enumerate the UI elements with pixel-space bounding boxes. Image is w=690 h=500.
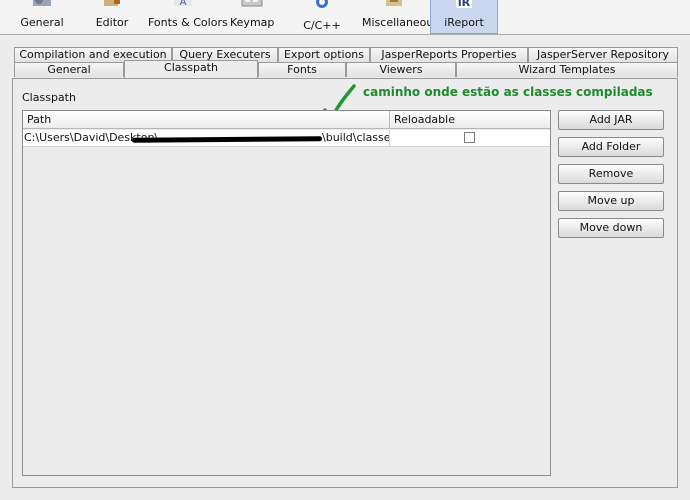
fonts-colors-icon: A — [174, 0, 192, 8]
column-header-path[interactable]: Path — [23, 111, 390, 129]
category-keymap[interactable]: Keymap — [230, 0, 274, 34]
classpath-section-label: Classpath — [22, 91, 76, 104]
tab-general[interactable]: General — [14, 62, 124, 77]
classpath-table[interactable]: Path Reloadable C:\Users\David\Desktop\ … — [22, 110, 551, 476]
keymap-icon — [241, 0, 263, 7]
move-down-button[interactable]: Move down — [558, 218, 664, 238]
category-miscellaneous[interactable]: Miscellaneous — [362, 0, 439, 34]
tab-jasperreports-properties[interactable]: JasperReports Properties — [370, 47, 528, 62]
tab-classpath[interactable]: Classpath — [124, 60, 258, 78]
move-up-button[interactable]: Move up — [558, 191, 664, 211]
tab-viewers[interactable]: Viewers — [346, 62, 456, 77]
redaction-mark — [131, 136, 323, 143]
svg-text:A: A — [180, 0, 187, 8]
category-editor[interactable]: Editor — [90, 0, 134, 34]
tab-jasperserver-repository[interactable]: JasperServer Repository — [528, 47, 678, 62]
svg-text:iR: iR — [458, 0, 471, 9]
cpp-icon — [316, 0, 328, 8]
annotation-text: caminho onde estão as classes compiladas — [363, 85, 653, 99]
tab-wizard-templates[interactable]: Wizard Templates — [456, 62, 678, 77]
remove-button[interactable]: Remove — [558, 164, 664, 184]
column-header-reloadable[interactable]: Reloadable — [390, 111, 550, 129]
category-cpp[interactable]: C/C++ — [300, 0, 344, 37]
miscellaneous-icon — [386, 0, 402, 6]
options-category-toolbar: General Editor A Fonts & Colors Keymap C… — [0, 0, 690, 34]
table-row[interactable]: C:\Users\David\Desktop\ \build\classes — [23, 130, 550, 147]
category-fonts-colors[interactable]: A Fonts & Colors — [148, 0, 228, 34]
editor-icon — [104, 0, 120, 6]
add-jar-button[interactable]: Add JAR — [558, 110, 664, 130]
general-icon — [33, 0, 51, 6]
category-general[interactable]: General — [18, 0, 66, 34]
path-end-text: \build\classes — [322, 131, 390, 144]
tab-fonts[interactable]: Fonts — [258, 62, 346, 77]
reloadable-checkbox[interactable] — [464, 132, 475, 143]
category-ireport[interactable]: iR iReport — [430, 0, 498, 34]
ireport-icon: iR — [456, 0, 472, 9]
add-folder-button[interactable]: Add Folder — [558, 137, 664, 157]
tab-export-options[interactable]: Export options — [278, 47, 370, 62]
toolbar-divider — [0, 34, 690, 35]
path-cell[interactable]: C:\Users\David\Desktop\ \build\classes — [24, 130, 390, 146]
